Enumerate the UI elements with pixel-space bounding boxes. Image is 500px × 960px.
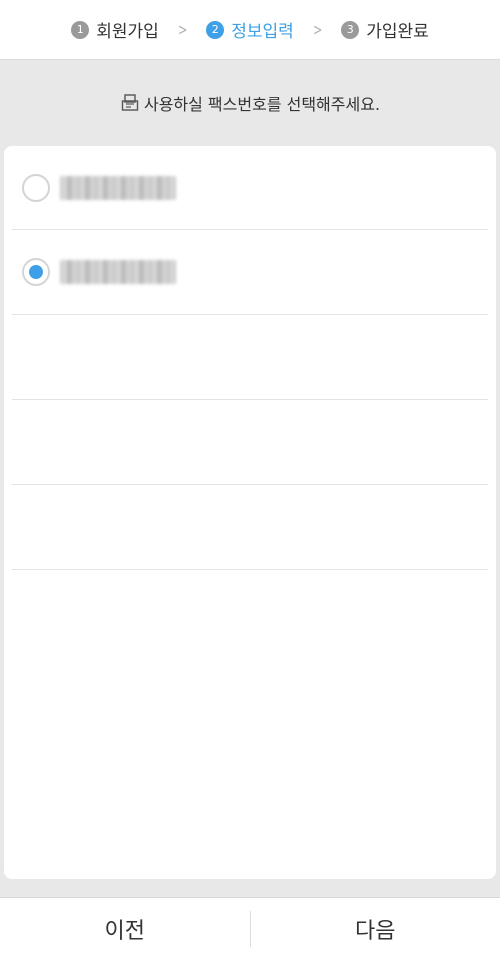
- step-signup: 1 회원가입: [71, 17, 159, 42]
- radio-button-selected[interactable]: [22, 258, 50, 286]
- next-button[interactable]: 다음: [251, 898, 500, 960]
- step-info-input: 2 정보입력: [206, 17, 294, 42]
- radio-button[interactable]: [22, 174, 50, 202]
- step-number: 3: [341, 20, 360, 39]
- signup-screen: 1 회원가입 > 2 정보입력 > 3 가입완료 사용하실 팩스번호를 선택해주…: [0, 0, 500, 960]
- step-label: 회원가입: [96, 22, 159, 42]
- fax-number-option[interactable]: 0505-000-0000: [12, 230, 488, 315]
- step-complete: 3 가입완료: [341, 17, 429, 42]
- step-indicator: 1 회원가입 > 2 정보입력 > 3 가입완료: [0, 0, 500, 60]
- fax-number-masked: 0505-000-0000: [60, 260, 176, 284]
- step-label: 가입완료: [366, 22, 429, 42]
- fax-number-masked: 0505-000-0000: [60, 176, 176, 200]
- chevron-right-icon: >: [312, 20, 323, 39]
- prev-button[interactable]: 이전: [0, 898, 250, 960]
- empty-list-row: [12, 400, 488, 485]
- empty-list-row: [12, 315, 488, 400]
- step-number: 1: [71, 20, 90, 39]
- step-number: 2: [206, 20, 225, 39]
- empty-list-row: [12, 485, 488, 570]
- instruction: 사용하실 팩스번호를 선택해주세요.: [0, 60, 500, 146]
- chevron-right-icon: >: [177, 20, 188, 39]
- fax-document-icon: [121, 94, 139, 111]
- fax-number-list: 0505-000-0000 0505-000-0000: [4, 146, 496, 879]
- fax-number-option[interactable]: 0505-000-0000: [12, 146, 488, 230]
- bottom-navigation: 이전 다음: [0, 897, 500, 960]
- instruction-text: 사용하실 팩스번호를 선택해주세요.: [143, 95, 381, 114]
- step-label: 정보입력: [231, 22, 294, 42]
